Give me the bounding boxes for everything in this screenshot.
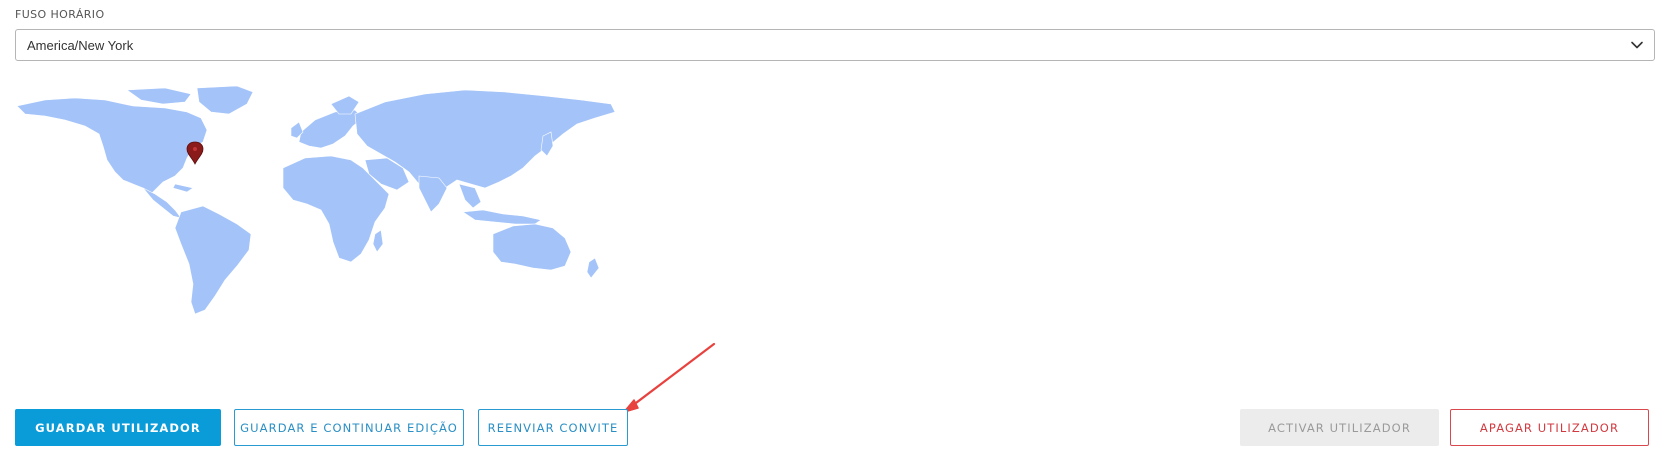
activate-user-button[interactable]: ACTIVAR UTILIZADOR (1240, 409, 1439, 446)
indonesia-shape (462, 209, 542, 225)
chevron-down-icon (1631, 41, 1643, 49)
south-america-shape (174, 205, 252, 315)
timezone-selected-value: America/New York (27, 37, 134, 53)
save-and-continue-button[interactable]: GUARDAR E CONTINUAR EDIÇÃO (234, 409, 464, 446)
resend-invite-button[interactable]: REENVIAR CONVITE (478, 409, 628, 446)
save-user-button[interactable]: GUARDAR UTILIZADOR (15, 409, 221, 446)
central-america-shape (142, 187, 182, 219)
timezone-select[interactable]: America/New York (15, 29, 1655, 61)
europe-shape (298, 109, 364, 149)
annotation-arrow (622, 342, 716, 414)
madagascar-shape (372, 229, 384, 253)
map-pin-icon[interactable] (186, 141, 204, 165)
delete-user-button[interactable]: APAGAR UTILIZADOR (1450, 409, 1649, 446)
arctic-islands-shape (126, 87, 192, 105)
new-zealand-shape (586, 257, 600, 279)
north-america-shape (16, 97, 208, 197)
greenland-shape (196, 85, 254, 115)
world-map[interactable] (15, 84, 617, 316)
southeast-asia-shape (458, 183, 482, 209)
timezone-label: FUSO HORÁRIO (15, 8, 105, 21)
australia-shape (492, 223, 572, 271)
caribbean-shape (172, 183, 194, 193)
